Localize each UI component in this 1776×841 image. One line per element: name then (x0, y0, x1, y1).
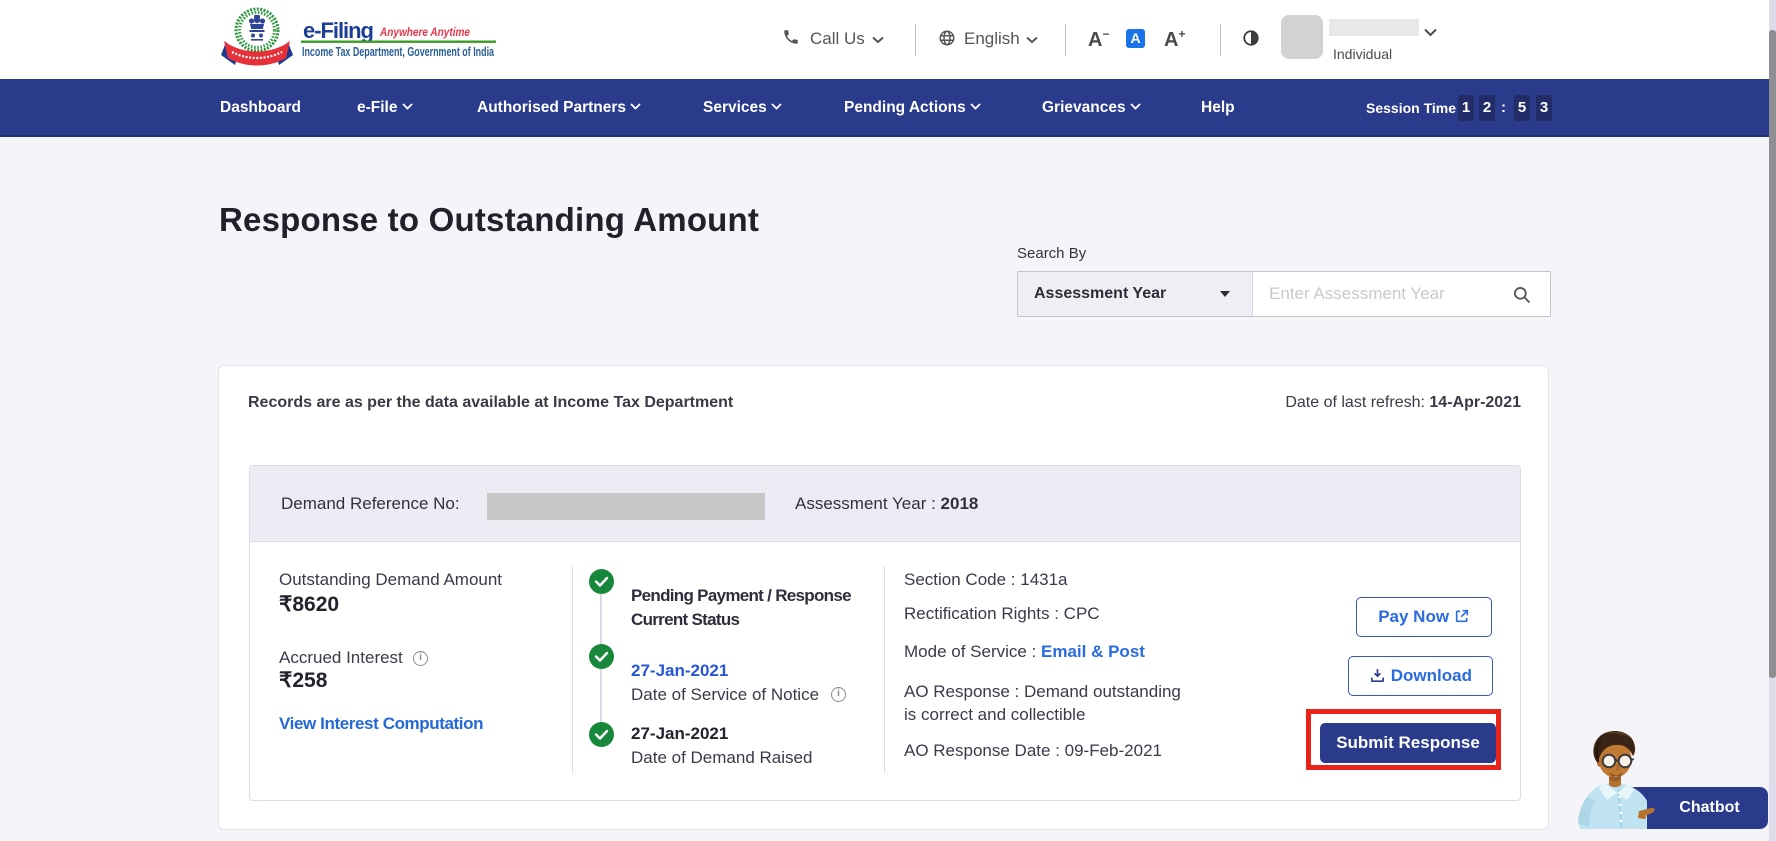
svg-text:Income Tax Department, Governm: Income Tax Department, Government of Ind… (302, 45, 495, 59)
svg-text:Anywhere Anytime: Anywhere Anytime (379, 25, 470, 39)
svg-text:e-Filing: e-Filing (303, 18, 374, 43)
